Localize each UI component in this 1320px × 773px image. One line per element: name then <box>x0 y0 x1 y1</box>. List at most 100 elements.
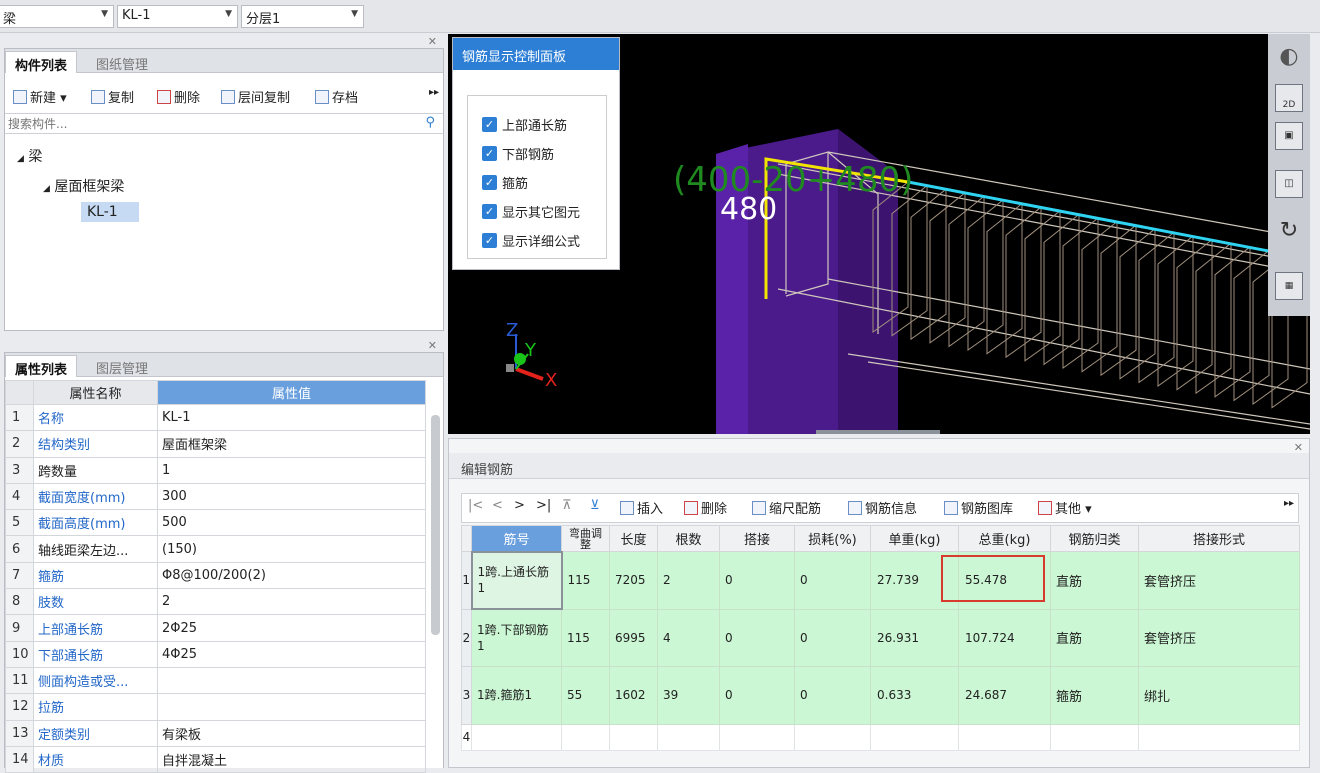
other-button[interactable]: 其他 ▾ <box>1038 498 1092 517</box>
property-row[interactable]: 9 上部通长筋 2Φ25 <box>5 614 426 642</box>
component-combo[interactable]: KL-1 ▼ <box>117 5 238 28</box>
option-other-elements[interactable]: ✓ 显示其它图元 <box>468 197 606 226</box>
more-icon[interactable]: ▸▸ <box>1284 498 1294 509</box>
empty-cell[interactable] <box>958 723 1051 751</box>
option-detailed-formula[interactable]: ✓ 显示详细公式 <box>468 226 606 255</box>
rebar-info-button[interactable]: 钢筋信息 <box>848 498 917 517</box>
option-stirrup[interactable]: ✓ 箍筋 <box>468 168 606 197</box>
count-cell[interactable]: 2 <box>657 551 720 610</box>
checkbox-checked-icon[interactable]: ✓ <box>482 146 497 161</box>
close-icon[interactable]: ✕ <box>428 35 437 48</box>
empty-cell[interactable] <box>609 723 658 751</box>
category-combo[interactable]: 梁 ▼ <box>0 5 114 28</box>
prev-row-button[interactable]: < <box>492 498 503 513</box>
next-row-button[interactable]: > <box>514 498 525 513</box>
tree-node-roof-frame-beam[interactable]: ◢ 屋面框架梁 <box>43 176 124 196</box>
checkbox-checked-icon[interactable]: ✓ <box>482 204 497 219</box>
component-search-input[interactable] <box>5 114 405 133</box>
checkbox-checked-icon[interactable]: ✓ <box>482 233 497 248</box>
tree-node-beam[interactable]: ◢ 梁 <box>17 146 42 166</box>
empty-cell[interactable] <box>870 723 959 751</box>
empty-cell[interactable] <box>471 723 562 751</box>
new-button[interactable]: 新建 ▾ <box>13 87 67 106</box>
rebar-row[interactable]: 1 1跨.上通长筋1 115 7205 2 0 0 27.739 55.478 直筋 套管挤压 <box>461 550 1300 610</box>
option-bottom-rebar[interactable]: ✓ 下部钢筋 <box>468 139 606 168</box>
property-row[interactable]: 11 侧面构造或受... <box>5 666 426 695</box>
length-cell[interactable]: 1602 <box>609 666 658 725</box>
property-value[interactable]: 4Φ25 <box>157 640 426 668</box>
floor-copy-button[interactable]: 层间复制 <box>221 87 290 106</box>
scale-rebar-button[interactable]: 缩尺配筋 <box>752 498 821 517</box>
property-value[interactable]: KL-1 <box>157 403 426 432</box>
rebar-row[interactable]: 3 1跨.箍筋1 55 1602 39 0 0 0.633 24.687 箍筋 绑扎 <box>461 666 1300 725</box>
empty-cell[interactable] <box>719 723 795 751</box>
loss-cell[interactable]: 0 <box>794 608 871 667</box>
more-icon[interactable]: ▸▸ <box>429 87 439 98</box>
lap-form-cell[interactable]: 绑扎 <box>1138 666 1300 725</box>
lap-form-cell[interactable]: 套管挤压 <box>1138 608 1300 667</box>
property-value[interactable]: 500 <box>157 509 426 537</box>
property-row[interactable]: 1 名称 KL-1 <box>5 403 426 432</box>
property-row[interactable]: 4 截面宽度(mm) 300 <box>5 482 426 511</box>
box-view-icon[interactable]: ◫ <box>1275 170 1303 198</box>
category-cell[interactable]: 箍筋 <box>1050 666 1139 725</box>
last-row-button[interactable]: >| <box>536 498 551 513</box>
empty-cell[interactable] <box>1050 723 1139 751</box>
tab-drawing-management[interactable]: 图纸管理 <box>87 51 157 73</box>
bend-cell[interactable]: 115 <box>561 608 610 667</box>
rebar-row[interactable]: 2 1跨.下部钢筋1 115 6995 4 0 0 26.931 107.724 直筋 套管挤压 <box>461 608 1300 667</box>
bar-number-cell[interactable]: 1跨.箍筋1 <box>471 666 562 725</box>
property-row[interactable]: 2 结构类别 屋面框架梁 <box>5 430 426 458</box>
tree-node-kl1[interactable]: KL-1 <box>81 202 139 222</box>
orbit-icon[interactable]: ◐ <box>1275 44 1303 72</box>
category-cell[interactable]: 直筋 <box>1050 608 1139 667</box>
property-row[interactable]: 3 跨数量 1 <box>5 456 426 484</box>
lap-cell[interactable]: 0 <box>719 666 795 725</box>
lap-form-cell[interactable]: 套管挤压 <box>1138 551 1300 610</box>
property-value[interactable]: Φ8@100/200(2) <box>157 561 426 590</box>
property-value[interactable]: 300 <box>157 482 426 511</box>
archive-button[interactable]: 存档 <box>315 87 358 106</box>
total-weight-cell[interactable]: 107.724 <box>958 608 1051 667</box>
cube-view-icon[interactable]: ▣ <box>1275 122 1303 150</box>
length-cell[interactable]: 6995 <box>609 608 658 667</box>
move-down-icon[interactable]: ⊻ <box>590 498 600 513</box>
property-row[interactable]: 12 拉筋 <box>5 693 426 721</box>
delete-row-button[interactable]: 删除 <box>684 498 727 517</box>
option-top-continuous[interactable]: ✓ 上部通长筋 <box>468 110 606 139</box>
bar-number-cell[interactable]: 1跨.上通长筋1 <box>470 550 563 610</box>
property-row[interactable]: 13 定额类别 有梁板 <box>5 719 426 747</box>
checkbox-checked-icon[interactable]: ✓ <box>482 117 497 132</box>
bar-number-cell[interactable]: 1跨.下部钢筋1 <box>471 608 562 667</box>
rebar-library-button[interactable]: 钢筋图库 <box>944 498 1013 517</box>
empty-cell[interactable] <box>561 723 610 751</box>
count-cell[interactable]: 4 <box>657 608 720 667</box>
unit-weight-cell[interactable]: 0.633 <box>870 666 959 725</box>
property-value[interactable]: 2 <box>157 588 426 616</box>
property-row[interactable]: 10 下部通长筋 4Φ25 <box>5 640 426 668</box>
collapse-icon[interactable]: ◢ <box>43 184 50 194</box>
copy-button[interactable]: 复制 <box>91 87 134 106</box>
loss-cell[interactable]: 0 <box>794 551 871 610</box>
property-row[interactable]: 8 肢数 2 <box>5 588 426 616</box>
property-value[interactable] <box>157 693 426 721</box>
search-icon[interactable]: ⚲ <box>425 115 435 130</box>
close-icon[interactable]: ✕ <box>428 339 437 352</box>
empty-cell[interactable] <box>794 723 871 751</box>
category-cell[interactable]: 直筋 <box>1050 551 1139 610</box>
property-value[interactable]: 有梁板 <box>157 719 426 747</box>
tab-property-list[interactable]: 属性列表 <box>5 355 78 378</box>
property-value[interactable]: 自拌混凝土 <box>157 745 426 773</box>
empty-cell[interactable] <box>657 723 720 751</box>
count-cell[interactable]: 39 <box>657 666 720 725</box>
property-value[interactable] <box>157 666 426 695</box>
grid-icon[interactable]: ▦ <box>1275 272 1303 300</box>
loss-cell[interactable]: 0 <box>794 666 871 725</box>
property-scrollbar[interactable] <box>431 415 440 635</box>
view-2d-button[interactable]: 2D <box>1275 84 1303 112</box>
bend-cell[interactable]: 55 <box>561 666 610 725</box>
viewport-splitter-handle[interactable] <box>816 430 940 434</box>
property-row[interactable]: 14 材质 自拌混凝土 <box>5 745 426 773</box>
unit-weight-cell[interactable]: 26.931 <box>870 608 959 667</box>
rotate-icon[interactable]: ↻ <box>1275 218 1303 246</box>
